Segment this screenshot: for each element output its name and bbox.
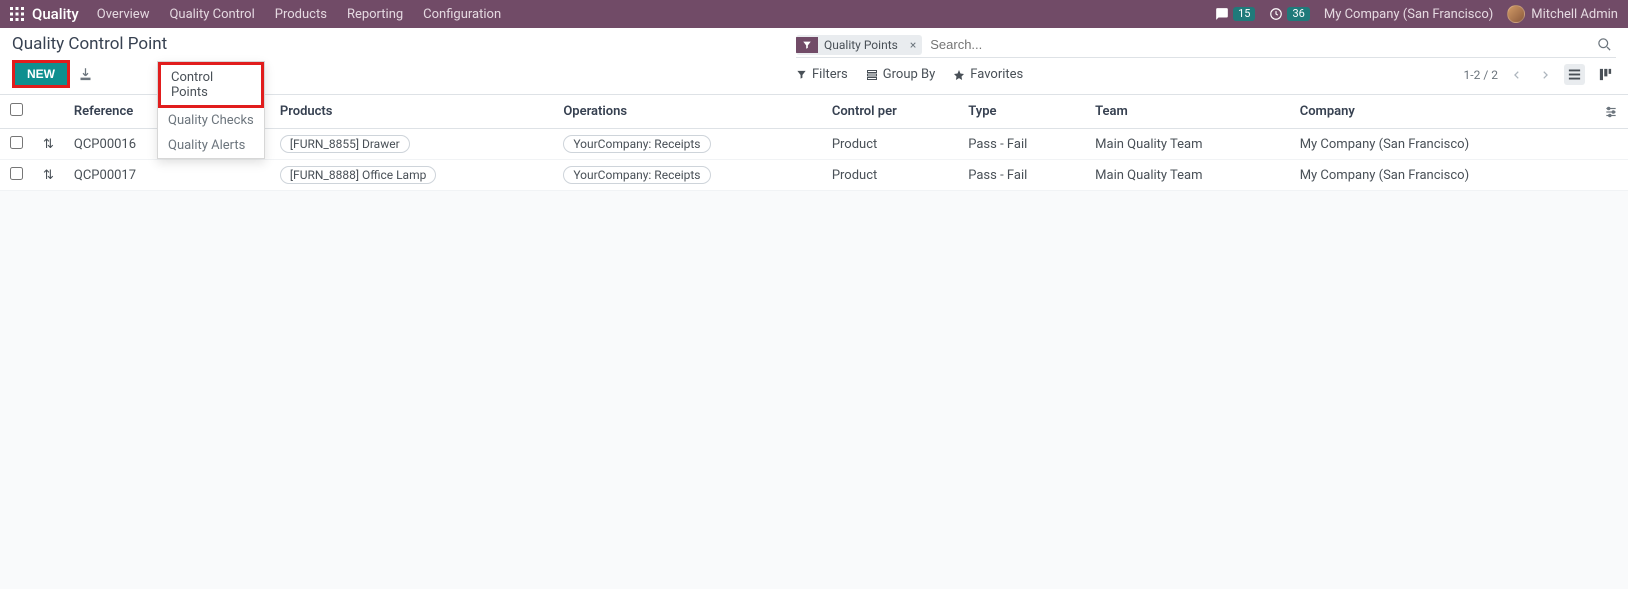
drag-handle-icon[interactable]: ⇅ (33, 129, 64, 160)
cell-type: Pass - Fail (958, 129, 1085, 160)
operation-tag: YourCompany: Receipts (563, 135, 710, 153)
groupby-button[interactable]: Group By (866, 67, 936, 82)
search-input[interactable] (922, 34, 1593, 55)
table-row[interactable]: ⇅ QCP00017 [FURN_8888] Office Lamp YourC… (0, 160, 1628, 191)
download-icon[interactable] (78, 67, 93, 82)
cell-control-per: Product (822, 160, 958, 191)
th-company[interactable]: Company (1290, 95, 1594, 129)
nav-item-products[interactable]: Products (275, 7, 327, 22)
page-title: Quality Control Point (12, 34, 167, 54)
nav-right: 15 36 My Company (San Francisco) Mitchel… (1215, 5, 1618, 23)
th-control-per[interactable]: Control per (822, 95, 958, 129)
cell-type: Pass - Fail (958, 160, 1085, 191)
dropdown-item-quality-alerts[interactable]: Quality Alerts (158, 133, 264, 158)
pager-range[interactable]: 1-2 / 2 (1464, 68, 1498, 82)
facet-label: Quality Points (818, 35, 904, 55)
apps-icon[interactable] (10, 7, 24, 21)
dropdown-item-quality-checks[interactable]: Quality Checks (158, 108, 264, 133)
nav-item-configuration[interactable]: Configuration (423, 7, 501, 22)
avatar-icon (1507, 5, 1525, 23)
product-tag: [FURN_8888] Office Lamp (280, 166, 436, 184)
columns-settings-icon[interactable] (1604, 105, 1618, 119)
row-checkbox[interactable] (10, 136, 23, 149)
cell-control-per: Product (822, 129, 958, 160)
quality-control-dropdown: Control Points Quality Checks Quality Al… (157, 61, 265, 159)
select-all-checkbox[interactable] (10, 103, 23, 116)
row-checkbox[interactable] (10, 167, 23, 180)
company-selector[interactable]: My Company (San Francisco) (1324, 7, 1493, 22)
cell-team: Main Quality Team (1085, 160, 1290, 191)
filters-label: Filters (812, 67, 848, 82)
search-facet: Quality Points × (796, 35, 922, 55)
groupby-label: Group By (883, 67, 936, 82)
favorites-button[interactable]: Favorites (953, 67, 1023, 82)
th-products[interactable]: Products (270, 95, 553, 129)
nav-item-reporting[interactable]: Reporting (347, 7, 403, 22)
search-icon[interactable] (1593, 37, 1616, 52)
activities-badge: 36 (1287, 7, 1309, 21)
top-nav: Quality Overview Quality Control Product… (0, 0, 1628, 28)
messages-badge: 15 (1233, 7, 1255, 21)
favorites-label: Favorites (970, 67, 1023, 82)
nav-items: Overview Quality Control Products Report… (97, 7, 501, 22)
drag-handle-icon[interactable]: ⇅ (33, 160, 64, 191)
messages-button[interactable]: 15 (1215, 7, 1255, 21)
kanban-view-icon[interactable] (1595, 64, 1616, 85)
list-view-icon[interactable] (1564, 64, 1585, 85)
nav-item-overview[interactable]: Overview (97, 7, 150, 22)
dropdown-item-control-points[interactable]: Control Points (158, 62, 264, 108)
new-button[interactable]: NEW (15, 63, 67, 85)
product-tag: [FURN_8855] Drawer (280, 135, 410, 153)
facet-close-icon[interactable]: × (904, 35, 922, 55)
pager-next-icon[interactable] (1536, 70, 1554, 80)
activities-button[interactable]: 36 (1269, 7, 1309, 21)
user-menu[interactable]: Mitchell Admin (1507, 5, 1618, 23)
th-team[interactable]: Team (1085, 95, 1290, 129)
filters-button[interactable]: Filters (796, 67, 848, 82)
operation-tag: YourCompany: Receipts (563, 166, 710, 184)
control-panel: Quality Control Point NEW Control Points… (0, 28, 1628, 95)
cell-team: Main Quality Team (1085, 129, 1290, 160)
filter-icon (796, 37, 818, 53)
cell-title (196, 160, 270, 191)
app-brand[interactable]: Quality (32, 5, 79, 23)
search-bar: Quality Points × (796, 34, 1616, 58)
user-name: Mitchell Admin (1531, 7, 1618, 22)
th-operations[interactable]: Operations (553, 95, 822, 129)
th-type[interactable]: Type (958, 95, 1085, 129)
cell-company: My Company (San Francisco) (1290, 160, 1594, 191)
highlight-box-new: NEW (12, 60, 70, 88)
cell-reference: QCP00017 (64, 160, 196, 191)
nav-item-quality-control[interactable]: Quality Control (169, 7, 254, 22)
cell-company: My Company (San Francisco) (1290, 129, 1594, 160)
pager-prev-icon[interactable] (1508, 70, 1526, 80)
